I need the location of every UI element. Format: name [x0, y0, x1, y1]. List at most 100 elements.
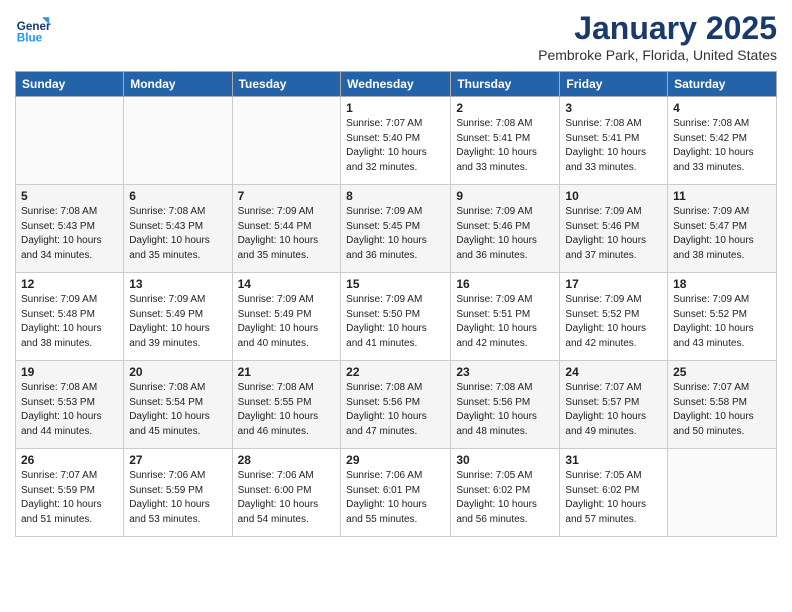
logo: General Blue	[15, 10, 51, 46]
logo-icon: General Blue	[15, 10, 51, 46]
day-info: Sunrise: 7:08 AM Sunset: 5:55 PM Dayligh…	[238, 381, 336, 439]
day-info: Sunrise: 7:09 AM Sunset: 5:46 PM Dayligh…	[565, 205, 662, 263]
day-cell: 15 Sunrise: 7:09 AM Sunset: 5:50 PM Dayli…	[341, 273, 451, 361]
week-row-2: 5 Sunrise: 7:08 AM Sunset: 5:43 PM Daylig…	[16, 185, 777, 273]
day-info: Sunrise: 7:08 AM Sunset: 5:41 PM Dayligh…	[456, 117, 554, 175]
day-info: Sunrise: 7:07 AM Sunset: 5:40 PM Dayligh…	[346, 117, 445, 175]
day-cell: 28 Sunrise: 7:06 AM Sunset: 6:00 PM Dayli…	[232, 449, 341, 537]
day-cell: 18Sunrise: 7:09 AM Sunset: 5:52 PM Dayli…	[668, 273, 777, 361]
day-info: Sunrise: 7:05 AM Sunset: 6:02 PM Dayligh…	[565, 469, 662, 527]
day-number: 23	[456, 365, 554, 379]
day-info: Sunrise: 7:06 AM Sunset: 5:59 PM Dayligh…	[129, 469, 226, 527]
day-info: Sunrise: 7:08 AM Sunset: 5:56 PM Dayligh…	[346, 381, 445, 439]
day-number: 21	[238, 365, 336, 379]
day-info: Sunrise: 7:09 AM Sunset: 5:51 PM Dayligh…	[456, 293, 554, 351]
day-info: Sunrise: 7:08 AM Sunset: 5:56 PM Dayligh…	[456, 381, 554, 439]
weekday-header-monday: Monday	[124, 72, 232, 97]
day-info: Sunrise: 7:06 AM Sunset: 6:00 PM Dayligh…	[238, 469, 336, 527]
day-number: 1	[346, 101, 445, 115]
day-number: 11	[673, 189, 771, 203]
weekday-header-wednesday: Wednesday	[341, 72, 451, 97]
day-info: Sunrise: 7:09 AM Sunset: 5:49 PM Dayligh…	[129, 293, 226, 351]
day-info: Sunrise: 7:08 AM Sunset: 5:43 PM Dayligh…	[129, 205, 226, 263]
day-info: Sunrise: 7:09 AM Sunset: 5:44 PM Dayligh…	[238, 205, 336, 263]
day-cell: 20Sunrise: 7:08 AM Sunset: 5:54 PM Dayli…	[124, 361, 232, 449]
day-info: Sunrise: 7:08 AM Sunset: 5:54 PM Dayligh…	[129, 381, 226, 439]
day-cell	[16, 97, 124, 185]
day-info: Sunrise: 7:09 AM Sunset: 5:52 PM Dayligh…	[565, 293, 662, 351]
day-cell	[124, 97, 232, 185]
day-info: Sunrise: 7:09 AM Sunset: 5:45 PM Dayligh…	[346, 205, 445, 263]
weekday-header-saturday: Saturday	[668, 72, 777, 97]
day-number: 25	[673, 365, 771, 379]
day-cell: 29 Sunrise: 7:06 AM Sunset: 6:01 PM Dayli…	[341, 449, 451, 537]
calendar: SundayMondayTuesdayWednesdayThursdayFrid…	[15, 71, 777, 537]
week-row-5: 26Sunrise: 7:07 AM Sunset: 5:59 PM Dayli…	[16, 449, 777, 537]
day-number: 8	[346, 189, 445, 203]
day-cell: 14 Sunrise: 7:09 AM Sunset: 5:49 PM Dayli…	[232, 273, 341, 361]
location: Pembroke Park, Florida, United States	[538, 47, 777, 63]
day-cell: 6Sunrise: 7:08 AM Sunset: 5:43 PM Daylig…	[124, 185, 232, 273]
day-cell: 24Sunrise: 7:07 AM Sunset: 5:57 PM Dayli…	[560, 361, 668, 449]
day-number: 31	[565, 453, 662, 467]
day-info: Sunrise: 7:09 AM Sunset: 5:52 PM Dayligh…	[673, 293, 771, 351]
day-info: Sunrise: 7:08 AM Sunset: 5:43 PM Dayligh…	[21, 205, 118, 263]
day-cell: 25Sunrise: 7:07 AM Sunset: 5:58 PM Dayli…	[668, 361, 777, 449]
day-info: Sunrise: 7:08 AM Sunset: 5:53 PM Dayligh…	[21, 381, 118, 439]
day-cell: 4 Sunrise: 7:08 AM Sunset: 5:42 PM Daylig…	[668, 97, 777, 185]
day-info: Sunrise: 7:09 AM Sunset: 5:46 PM Dayligh…	[456, 205, 554, 263]
day-cell: 16 Sunrise: 7:09 AM Sunset: 5:51 PM Dayli…	[451, 273, 560, 361]
day-number: 22	[346, 365, 445, 379]
day-cell: 5 Sunrise: 7:08 AM Sunset: 5:43 PM Daylig…	[16, 185, 124, 273]
day-cell: 23 Sunrise: 7:08 AM Sunset: 5:56 PM Dayli…	[451, 361, 560, 449]
day-cell: 30Sunrise: 7:05 AM Sunset: 6:02 PM Dayli…	[451, 449, 560, 537]
day-cell: 1 Sunrise: 7:07 AM Sunset: 5:40 PM Daylig…	[341, 97, 451, 185]
day-info: Sunrise: 7:07 AM Sunset: 5:59 PM Dayligh…	[21, 469, 118, 527]
day-info: Sunrise: 7:06 AM Sunset: 6:01 PM Dayligh…	[346, 469, 445, 527]
day-number: 9	[456, 189, 554, 203]
weekday-header-row: SundayMondayTuesdayWednesdayThursdayFrid…	[16, 72, 777, 97]
day-cell: 31 Sunrise: 7:05 AM Sunset: 6:02 PM Dayli…	[560, 449, 668, 537]
day-info: Sunrise: 7:09 AM Sunset: 5:47 PM Dayligh…	[673, 205, 771, 263]
day-info: Sunrise: 7:05 AM Sunset: 6:02 PM Dayligh…	[456, 469, 554, 527]
day-number: 12	[21, 277, 118, 291]
day-cell: 7 Sunrise: 7:09 AM Sunset: 5:44 PM Daylig…	[232, 185, 341, 273]
day-number: 29	[346, 453, 445, 467]
day-number: 16	[456, 277, 554, 291]
day-cell: 27 Sunrise: 7:06 AM Sunset: 5:59 PM Dayli…	[124, 449, 232, 537]
day-info: Sunrise: 7:09 AM Sunset: 5:50 PM Dayligh…	[346, 293, 445, 351]
day-number: 14	[238, 277, 336, 291]
day-info: Sunrise: 7:07 AM Sunset: 5:57 PM Dayligh…	[565, 381, 662, 439]
week-row-3: 12Sunrise: 7:09 AM Sunset: 5:48 PM Dayli…	[16, 273, 777, 361]
day-info: Sunrise: 7:09 AM Sunset: 5:49 PM Dayligh…	[238, 293, 336, 351]
day-cell: 3Sunrise: 7:08 AM Sunset: 5:41 PM Daylig…	[560, 97, 668, 185]
day-cell: 19Sunrise: 7:08 AM Sunset: 5:53 PM Dayli…	[16, 361, 124, 449]
day-number: 15	[346, 277, 445, 291]
day-cell: 12Sunrise: 7:09 AM Sunset: 5:48 PM Dayli…	[16, 273, 124, 361]
day-cell: 26Sunrise: 7:07 AM Sunset: 5:59 PM Dayli…	[16, 449, 124, 537]
day-cell: 8 Sunrise: 7:09 AM Sunset: 5:45 PM Daylig…	[341, 185, 451, 273]
weekday-header-friday: Friday	[560, 72, 668, 97]
day-number: 28	[238, 453, 336, 467]
day-number: 3	[565, 101, 662, 115]
day-number: 5	[21, 189, 118, 203]
day-cell: 9 Sunrise: 7:09 AM Sunset: 5:46 PM Daylig…	[451, 185, 560, 273]
day-number: 17	[565, 277, 662, 291]
day-cell	[232, 97, 341, 185]
month-title: January 2025	[538, 10, 777, 47]
svg-text:Blue: Blue	[17, 32, 43, 45]
day-number: 7	[238, 189, 336, 203]
day-info: Sunrise: 7:08 AM Sunset: 5:42 PM Dayligh…	[673, 117, 771, 175]
day-number: 13	[129, 277, 226, 291]
day-cell	[668, 449, 777, 537]
day-cell: 2Sunrise: 7:08 AM Sunset: 5:41 PM Daylig…	[451, 97, 560, 185]
weekday-header-sunday: Sunday	[16, 72, 124, 97]
day-cell: 17 Sunrise: 7:09 AM Sunset: 5:52 PM Dayli…	[560, 273, 668, 361]
title-block: January 2025 Pembroke Park, Florida, Uni…	[538, 10, 777, 63]
day-cell: 11 Sunrise: 7:09 AM Sunset: 5:47 PM Dayli…	[668, 185, 777, 273]
day-number: 10	[565, 189, 662, 203]
day-number: 4	[673, 101, 771, 115]
day-number: 27	[129, 453, 226, 467]
weekday-header-thursday: Thursday	[451, 72, 560, 97]
week-row-4: 19Sunrise: 7:08 AM Sunset: 5:53 PM Dayli…	[16, 361, 777, 449]
